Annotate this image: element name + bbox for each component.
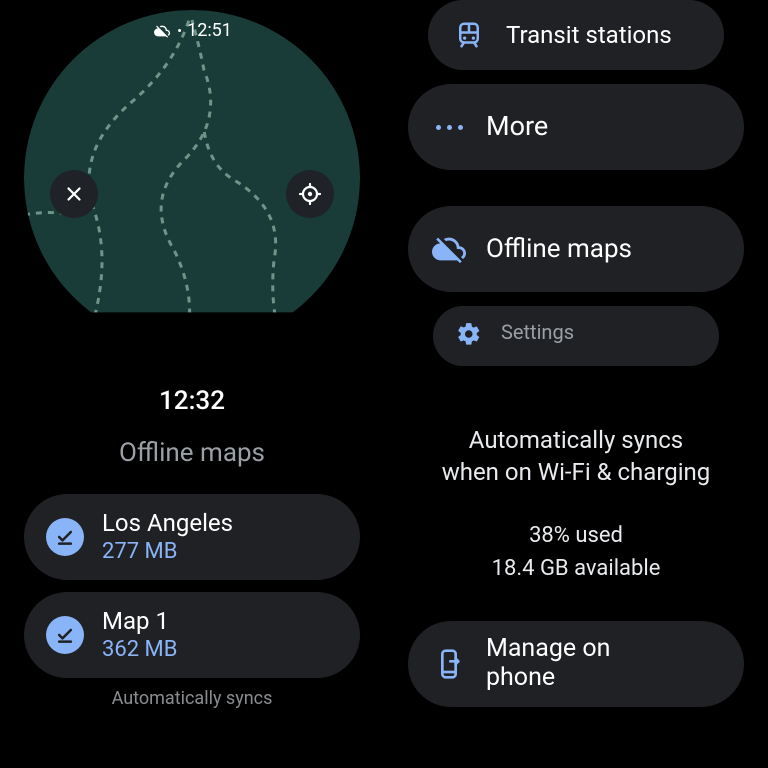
storage-available: 18.4 GB available (492, 552, 661, 585)
download-done-icon (55, 625, 75, 645)
menu-transit-stations[interactable]: Transit stations (428, 0, 724, 70)
sync-footer: Automatically syncs (112, 688, 273, 709)
map-size: 277 MB (102, 538, 233, 566)
manage-on-phone-button[interactable]: Manage on phone (408, 621, 744, 707)
manage-label-line2: phone (486, 664, 610, 693)
offline-map-item[interactable]: Map 1 362 MB (24, 592, 360, 678)
menu-offline-maps[interactable]: Offline maps (408, 206, 744, 292)
menu-item-label: More (486, 110, 548, 144)
locate-button[interactable] (286, 170, 334, 218)
map-size: 362 MB (102, 636, 177, 664)
watch-map-screen: 12:51 (24, 10, 360, 346)
menu-more[interactable]: More (408, 84, 744, 170)
downloaded-badge (46, 518, 84, 556)
menu-item-label: Settings (501, 320, 574, 345)
download-done-icon (55, 527, 75, 547)
offline-maps-list: Los Angeles 277 MB Map 1 362 MB (0, 494, 384, 678)
cloud-off-icon (152, 23, 172, 39)
phone-forward-icon (433, 648, 465, 680)
more-icon (436, 125, 463, 130)
close-icon (63, 183, 85, 205)
map-name: Los Angeles (102, 508, 233, 538)
transit-icon (454, 20, 484, 50)
menu-settings[interactable]: Settings (433, 306, 719, 366)
page-title: Offline maps (119, 438, 265, 468)
offline-map-item[interactable]: Los Angeles 277 MB (24, 494, 360, 580)
menu-item-label: Transit stations (506, 20, 672, 50)
locate-icon (298, 182, 322, 206)
storage-info: 38% used 18.4 GB available (492, 519, 661, 585)
menu-item-label: Offline maps (486, 233, 632, 266)
status-bar: 12:51 (152, 20, 232, 41)
status-separator (178, 29, 181, 32)
status-time: 12:51 (187, 20, 232, 41)
cloud-off-icon (432, 232, 466, 266)
current-time: 12:32 (159, 386, 225, 416)
gear-icon (456, 321, 482, 347)
map-name: Map 1 (102, 606, 177, 636)
manage-label-line1: Manage on (486, 635, 610, 664)
sync-description: Automatically syncs when on Wi-Fi & char… (406, 424, 746, 489)
storage-used: 38% used (492, 519, 661, 552)
downloaded-badge (46, 616, 84, 654)
close-button[interactable] (50, 170, 98, 218)
